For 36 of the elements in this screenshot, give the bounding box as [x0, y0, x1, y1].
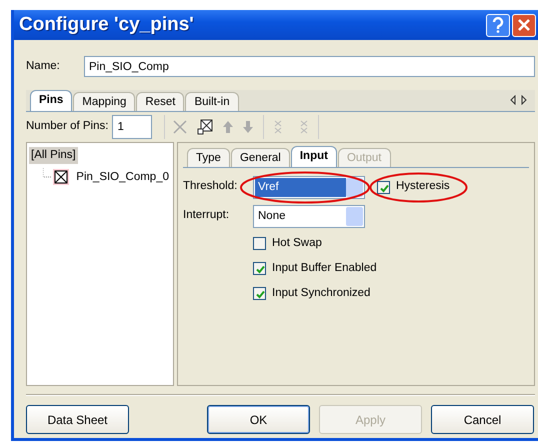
- dialog-button[interactable]: Cancel: [431, 405, 534, 434]
- pin-count-label: Number of Pins:: [26, 119, 108, 134]
- scroll-arrows-icon[interactable]: [509, 95, 529, 105]
- interrupt-dropdown[interactable]: None: [253, 204, 365, 228]
- close-button[interactable]: [512, 14, 536, 36]
- dialog-button[interactable]: OK: [207, 405, 310, 434]
- tree-item[interactable]: [All Pins]: [29, 147, 78, 164]
- hysteresis-label: Hysteresis: [396, 179, 450, 194]
- close-icon: [517, 18, 531, 32]
- tab[interactable]: Built-in: [185, 92, 239, 111]
- checkbox-label: Hot Swap: [272, 236, 322, 251]
- threshold-label: Threshold:: [183, 179, 238, 194]
- tab[interactable]: General: [230, 148, 290, 167]
- name-label: Name:: [26, 58, 61, 74]
- name-field[interactable]: Pin_SIO_Comp: [84, 56, 535, 77]
- checkbox[interactable]: [253, 237, 266, 250]
- checkbox-label: Input Buffer Enabled: [272, 260, 377, 276]
- tab[interactable]: Input: [290, 146, 337, 167]
- copy-icon[interactable]: [197, 119, 214, 135]
- threshold-dropdown[interactable]: Vref: [253, 176, 365, 198]
- tab[interactable]: Mapping: [73, 92, 136, 111]
- tab[interactable]: Reset: [136, 92, 184, 111]
- help-button[interactable]: [486, 14, 510, 36]
- pin-icon: [43, 168, 70, 186]
- pin-count-field[interactable]: 1: [112, 115, 152, 139]
- dialog-button[interactable]: Data Sheet: [26, 405, 129, 434]
- hysteresis-checkbox[interactable]: [377, 180, 390, 194]
- tab[interactable]: Type: [187, 148, 230, 167]
- help-icon: [492, 17, 504, 33]
- tab[interactable]: Pins: [30, 90, 72, 111]
- checkbox-label: Input Synchronized: [272, 286, 370, 301]
- interrupt-label: Interrupt:: [183, 208, 230, 224]
- checkbox[interactable]: [253, 287, 266, 300]
- tree-item[interactable]: Pin_SIO_Comp_0: [74, 168, 171, 186]
- window-title: Configure 'cy_pins': [18, 12, 195, 37]
- checkbox[interactable]: [253, 262, 266, 275]
